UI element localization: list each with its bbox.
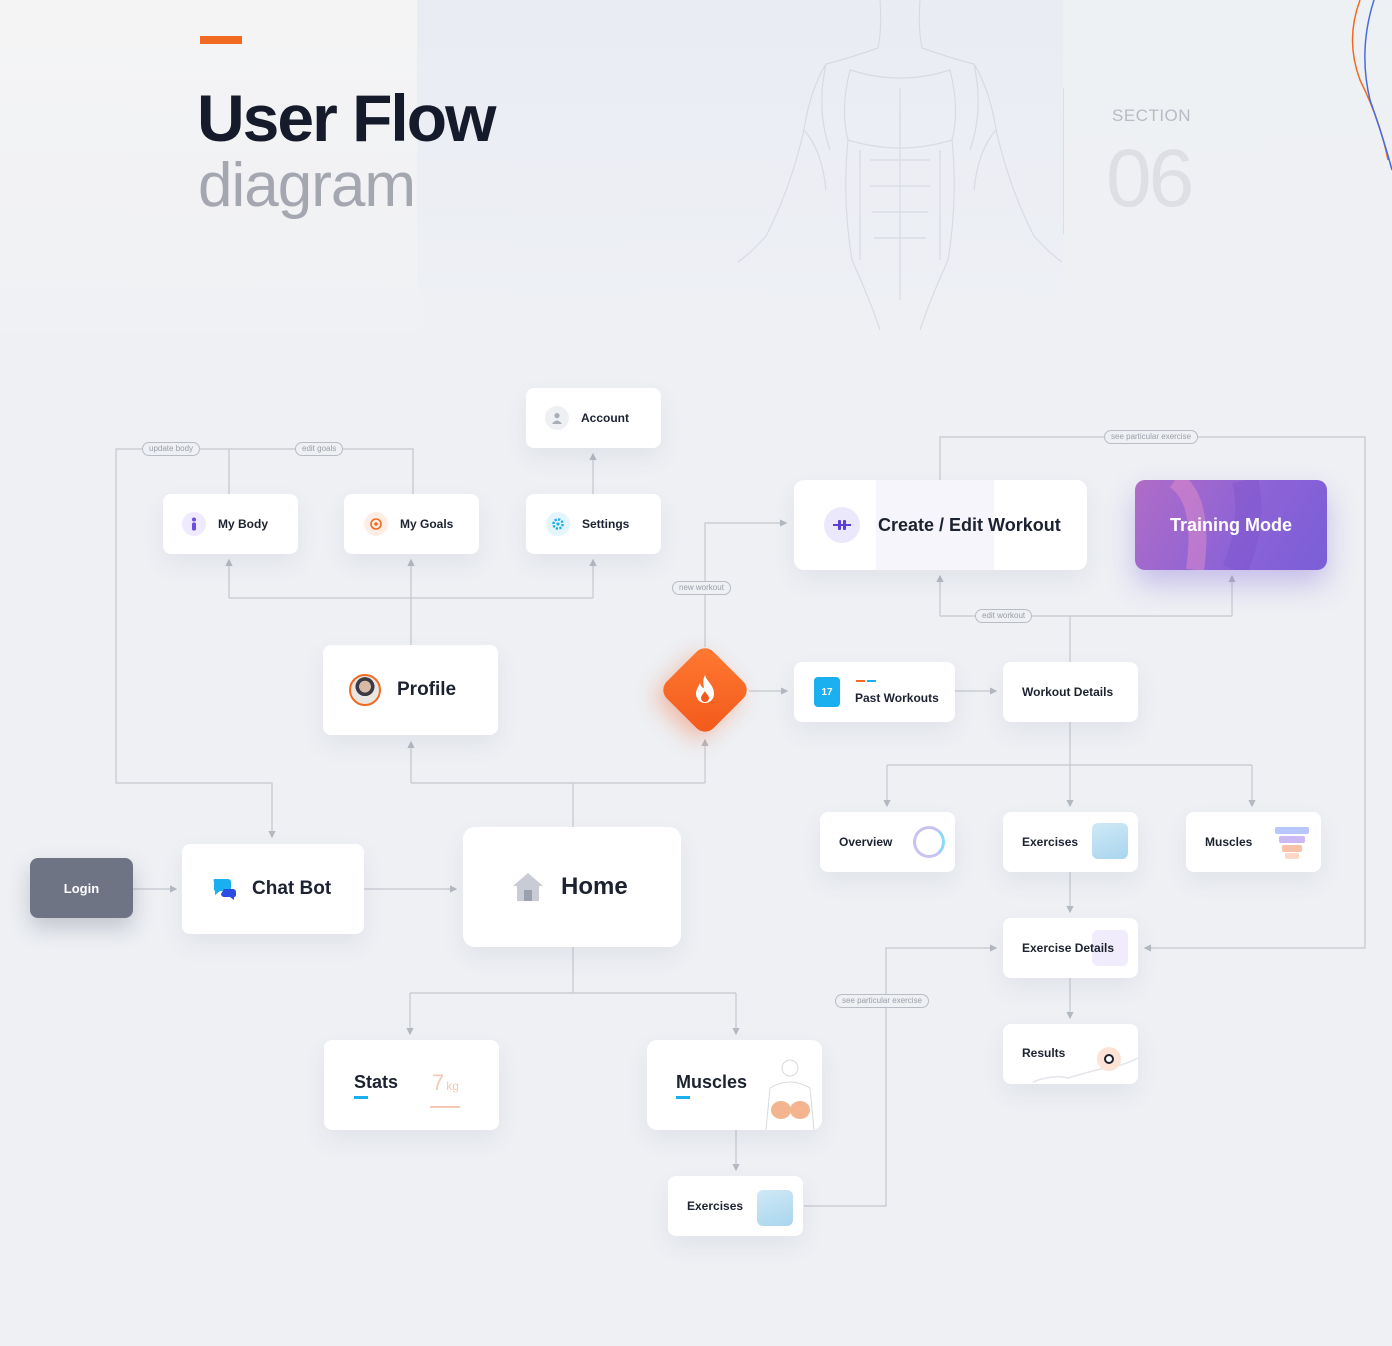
my-body-label: My Body xyxy=(218,517,269,531)
past-workouts-node[interactable]: 17 Past Workouts xyxy=(794,662,955,722)
house-icon xyxy=(513,873,543,901)
chat-bot-node[interactable]: Chat Bot xyxy=(182,844,364,934)
muscle-body-icon xyxy=(765,1059,815,1130)
muscles-main-label: Muscles xyxy=(676,1071,748,1092)
chat-bubbles-icon xyxy=(213,879,236,900)
home-node[interactable]: Home xyxy=(463,827,681,947)
exercises-node[interactable]: Exercises xyxy=(1003,812,1138,872)
overview-label: Overview xyxy=(839,835,893,849)
calendar-day: 17 xyxy=(821,686,833,698)
muscles-main-node[interactable]: Muscles xyxy=(647,1040,822,1130)
past-workouts-label: Past Workouts xyxy=(855,691,939,705)
results-node[interactable]: Results xyxy=(1003,1024,1138,1084)
target-icon xyxy=(364,512,388,536)
my-goals-node[interactable]: My Goals xyxy=(344,494,479,554)
stats-weight-value: 7 kg xyxy=(432,1070,459,1095)
exercise-thumbnail xyxy=(1092,823,1128,859)
training-mode-node[interactable]: Training Mode xyxy=(1135,480,1327,570)
user-icon xyxy=(545,406,569,430)
muscles-node[interactable]: Muscles xyxy=(1186,812,1321,872)
tag-see-particular-exercise-bottom: see particular exercise xyxy=(835,994,930,1008)
chat-bot-label: Chat Bot xyxy=(252,878,332,899)
muscles-main-underline xyxy=(676,1095,690,1099)
stats-label: Stats xyxy=(354,1071,399,1092)
dumbbell-icon xyxy=(824,507,860,543)
profile-node[interactable]: Profile xyxy=(323,645,498,735)
exercises-bottom-label: Exercises xyxy=(687,1199,744,1213)
stats-underline xyxy=(354,1095,368,1099)
flame-icon xyxy=(696,675,714,703)
muscles-label: Muscles xyxy=(1205,835,1253,849)
dash-orange xyxy=(856,680,865,682)
tag-see-particular-exercise-top: see particular exercise xyxy=(1104,430,1199,444)
tag-edit-workout: edit workout xyxy=(975,609,1033,623)
dash-blue xyxy=(867,680,876,682)
stats-progress-bar xyxy=(430,1106,460,1108)
my-body-node[interactable]: My Body xyxy=(163,494,298,554)
create-edit-workout-node[interactable]: Create / Edit Workout xyxy=(794,480,1087,570)
gear-icon xyxy=(546,512,570,536)
exercises-label: Exercises xyxy=(1022,835,1079,849)
body-icon xyxy=(182,512,206,536)
exercise-details-label: Exercise Details xyxy=(1022,941,1115,955)
profile-label: Profile xyxy=(397,679,457,700)
exercise-bottom-thumbnail xyxy=(757,1190,793,1226)
overview-node[interactable]: Overview xyxy=(820,812,955,872)
login-node[interactable]: Login xyxy=(30,858,133,918)
exercises-bottom-node[interactable]: Exercises xyxy=(668,1176,803,1236)
my-goals-label: My Goals xyxy=(400,517,454,531)
tag-new-workout: new workout xyxy=(672,581,731,595)
results-chart-icon xyxy=(1033,1047,1138,1083)
create-edit-workout-label: Create / Edit Workout xyxy=(878,514,1061,535)
workout-details-label: Workout Details xyxy=(1022,685,1114,699)
workout-details-node[interactable]: Workout Details xyxy=(1003,662,1138,722)
settings-label: Settings xyxy=(582,517,630,531)
exercise-details-node[interactable]: Exercise Details xyxy=(1003,918,1138,978)
funnel-icon xyxy=(1275,827,1309,859)
calendar-icon: 17 xyxy=(814,677,840,707)
progress-ring-icon xyxy=(913,826,945,858)
avatar xyxy=(349,674,381,706)
home-label: Home xyxy=(561,873,628,900)
account-node[interactable]: Account xyxy=(526,388,661,448)
settings-node[interactable]: Settings xyxy=(526,494,661,554)
tag-edit-goals: edit goals xyxy=(295,442,344,456)
account-label: Account xyxy=(581,411,629,425)
tag-update-body: update body xyxy=(142,442,201,456)
login-label: Login xyxy=(63,880,100,896)
stats-node[interactable]: Stats 7 kg xyxy=(324,1040,499,1130)
training-mode-label: Training Mode xyxy=(1169,514,1292,535)
